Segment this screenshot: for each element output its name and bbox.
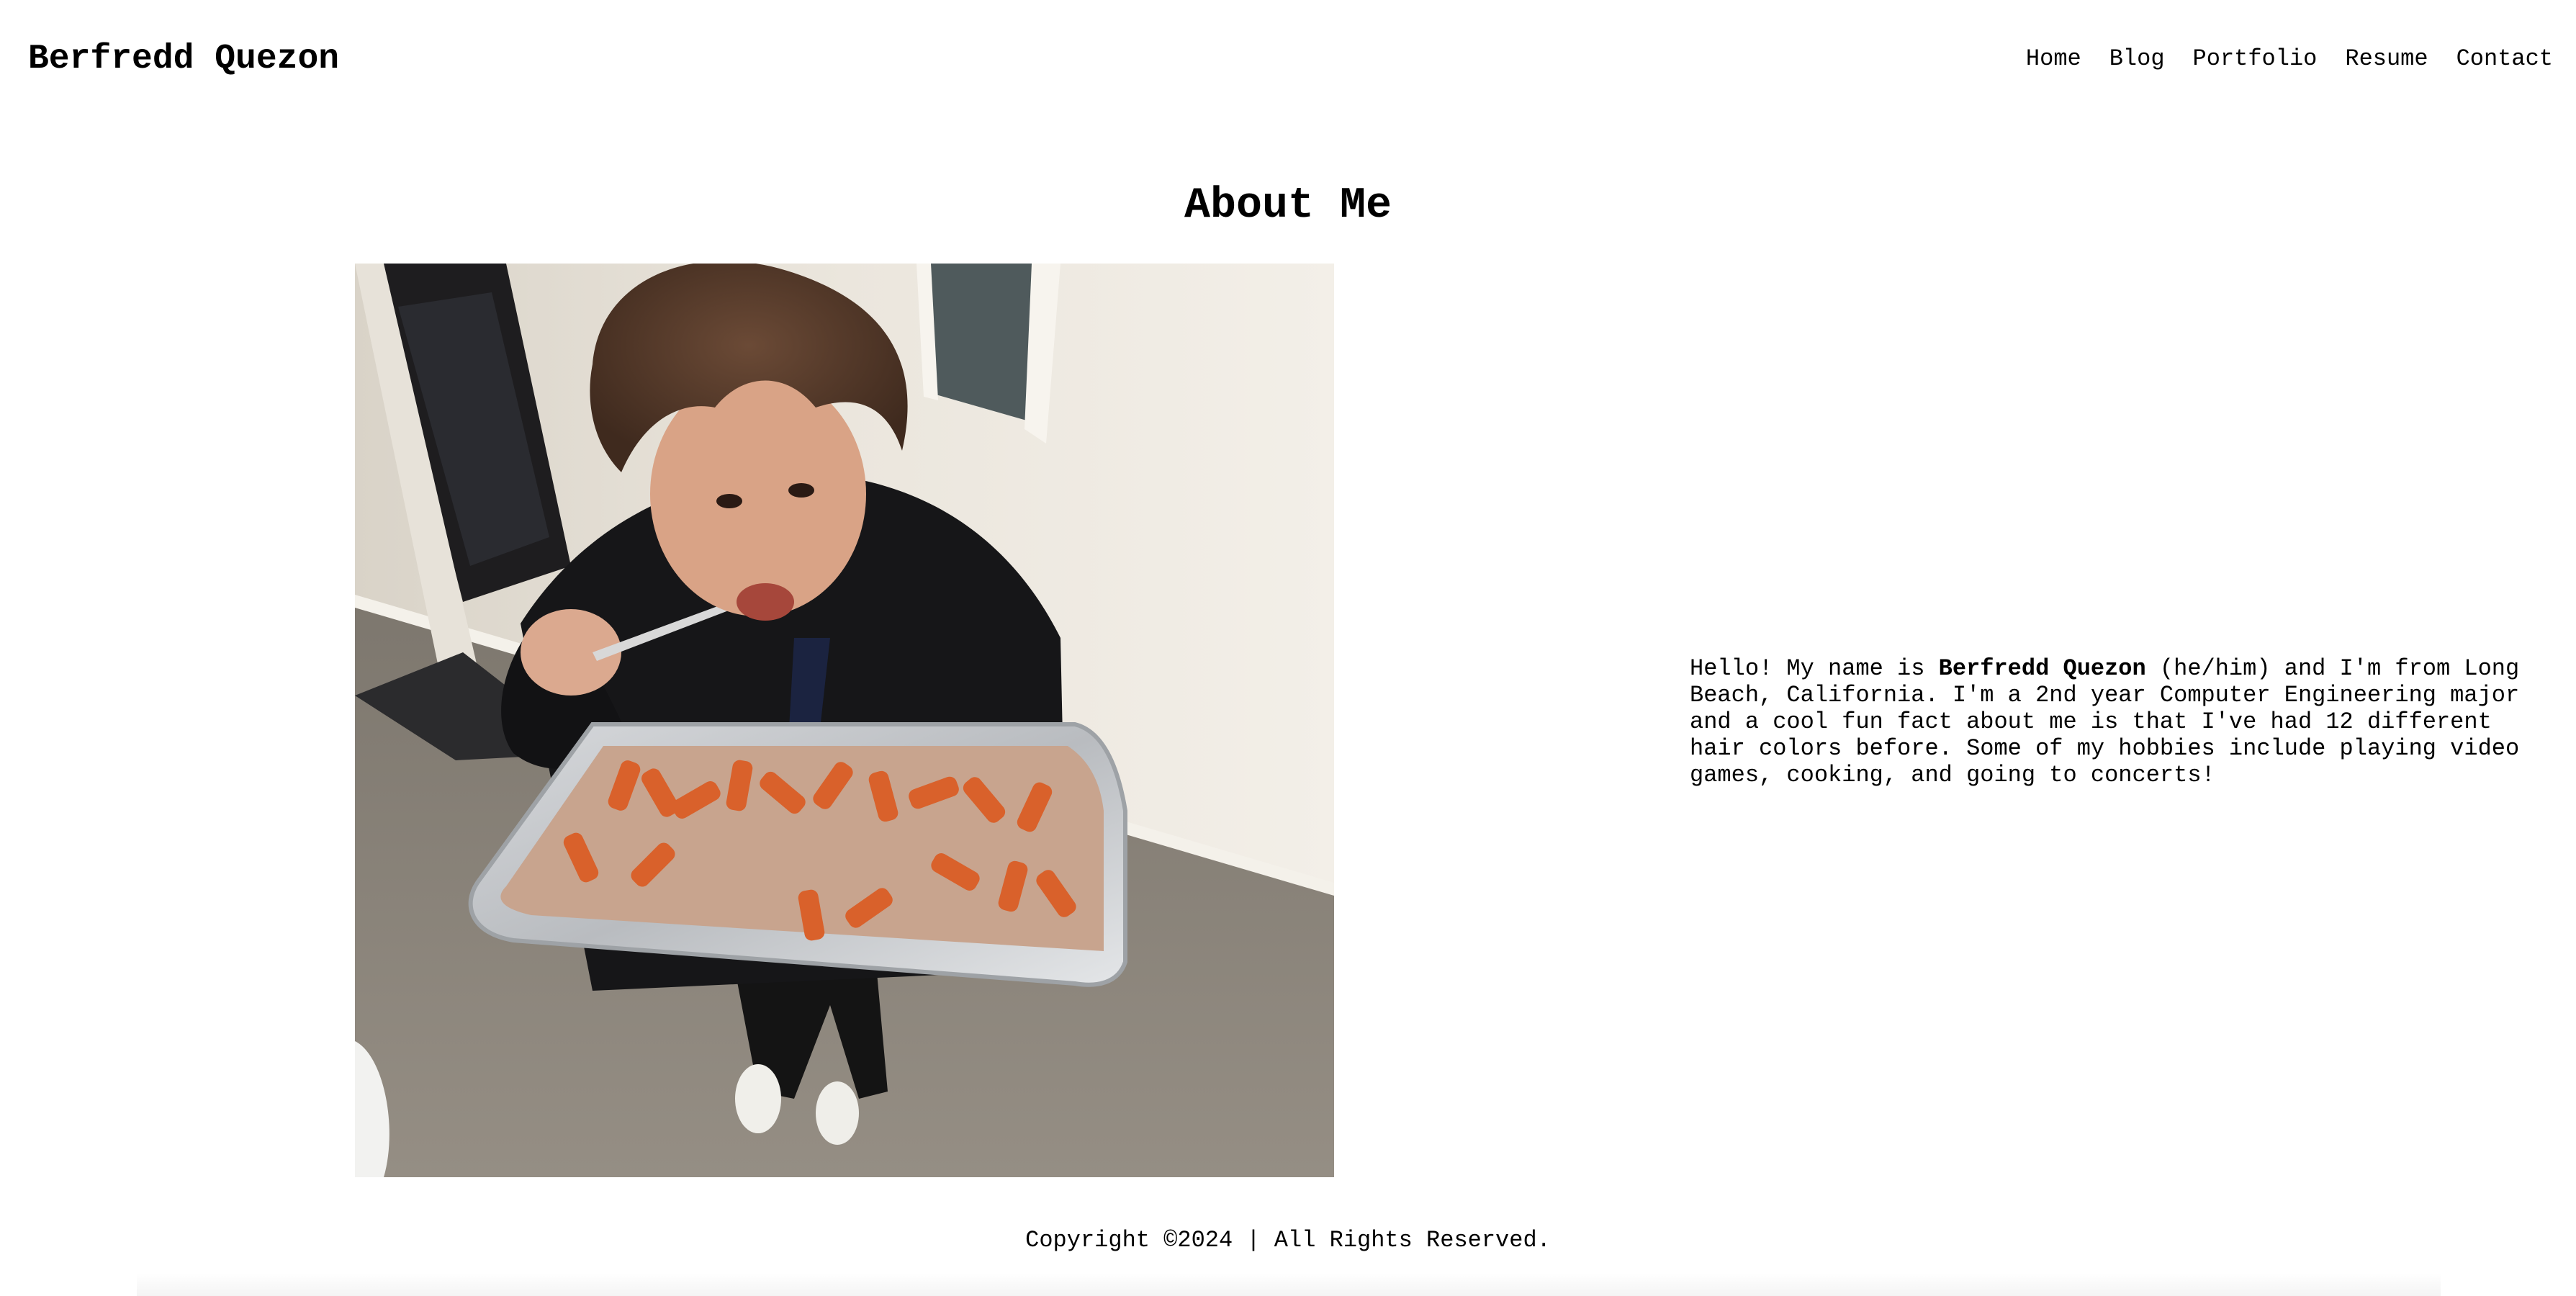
nav-home[interactable]: Home: [2026, 43, 2081, 75]
bio-name: Berfredd Quezon: [1938, 655, 2146, 682]
nav-contact[interactable]: Contact: [2456, 43, 2553, 75]
main-nav: Home Blog Portfolio Resume Contact: [2026, 43, 2553, 75]
bio-text-intro: Hello! My name is: [1690, 655, 1939, 682]
page: Berfredd Quezon Home Blog Portfolio Resu…: [0, 0, 2576, 1296]
page-title: About Me: [1184, 181, 1392, 230]
footer-divider: [137, 1273, 2441, 1296]
footer-copyright: Copyright ©2024 | All Rights Reserved.: [1025, 1227, 1551, 1254]
profile-photo: [355, 264, 1334, 1177]
nav-blog[interactable]: Blog: [2109, 43, 2165, 75]
site-title[interactable]: Berfredd Quezon: [28, 37, 339, 81]
bio-paragraph: Hello! My name is Berfredd Quezon (he/hi…: [1690, 655, 2539, 788]
nav-resume[interactable]: Resume: [2345, 43, 2428, 75]
nav-portfolio[interactable]: Portfolio: [2193, 43, 2318, 75]
